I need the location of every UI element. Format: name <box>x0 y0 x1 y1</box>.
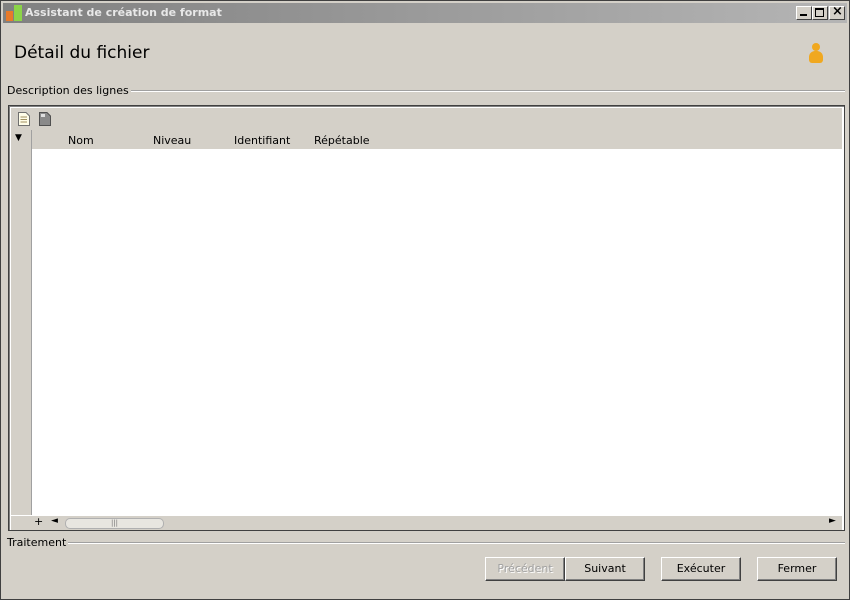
row-selector-column <box>11 149 32 515</box>
column-header-identifiant[interactable]: Identifiant <box>234 134 290 147</box>
new-document-icon[interactable] <box>18 112 30 126</box>
scroll-left-icon[interactable]: ◄ <box>51 516 58 526</box>
grid-bottom-bar: + ◄ ||| ► <box>11 515 842 530</box>
column-header-repetable[interactable]: Répétable <box>314 134 370 147</box>
treatment-group-label: Traitement <box>7 536 69 549</box>
treatment-group-border <box>59 542 845 544</box>
lines-grid[interactable]: ▼ Nom Niveau Identifiant Répétable + ◄ |… <box>8 105 845 531</box>
expand-rows-icon[interactable]: ▼ <box>15 133 22 143</box>
minimize-button[interactable] <box>796 6 812 20</box>
grid-header-row: ▼ Nom Niveau Identifiant Répétable <box>11 130 842 149</box>
window-title: Assistant de création de format <box>25 6 222 19</box>
close-icon: × <box>832 4 843 19</box>
horizontal-scroll-thumb[interactable]: ||| <box>65 518 164 529</box>
column-header-niveau[interactable]: Niveau <box>153 134 191 147</box>
title-bar[interactable]: Assistant de création de format × <box>3 3 847 23</box>
grid-rows-area[interactable] <box>32 149 842 515</box>
add-row-button[interactable]: + <box>34 515 43 528</box>
lines-group-border <box>121 90 845 92</box>
maximize-icon <box>815 8 824 17</box>
column-header-nom[interactable]: Nom <box>68 134 94 147</box>
minimize-icon <box>800 14 807 16</box>
wizard-window: Assistant de création de format × Détail… <box>0 0 850 600</box>
next-button[interactable]: Suivant <box>565 557 645 581</box>
document-icon[interactable] <box>39 112 51 126</box>
scroll-thumb-grip: ||| <box>110 519 119 527</box>
lines-group-label: Description des lignes <box>7 84 131 97</box>
execute-button[interactable]: Exécuter <box>661 557 741 581</box>
close-button[interactable]: Fermer <box>757 557 837 581</box>
page-header: Détail du fichier <box>3 23 847 83</box>
page-title: Détail du fichier <box>14 43 150 63</box>
maximize-button[interactable] <box>812 6 828 20</box>
grid-toolbar <box>11 108 842 130</box>
app-icon <box>6 5 22 21</box>
user-icon <box>807 43 825 65</box>
close-window-button[interactable]: × <box>829 4 845 20</box>
previous-button[interactable]: Précédent <box>485 557 565 581</box>
scroll-right-icon[interactable]: ► <box>829 516 836 526</box>
